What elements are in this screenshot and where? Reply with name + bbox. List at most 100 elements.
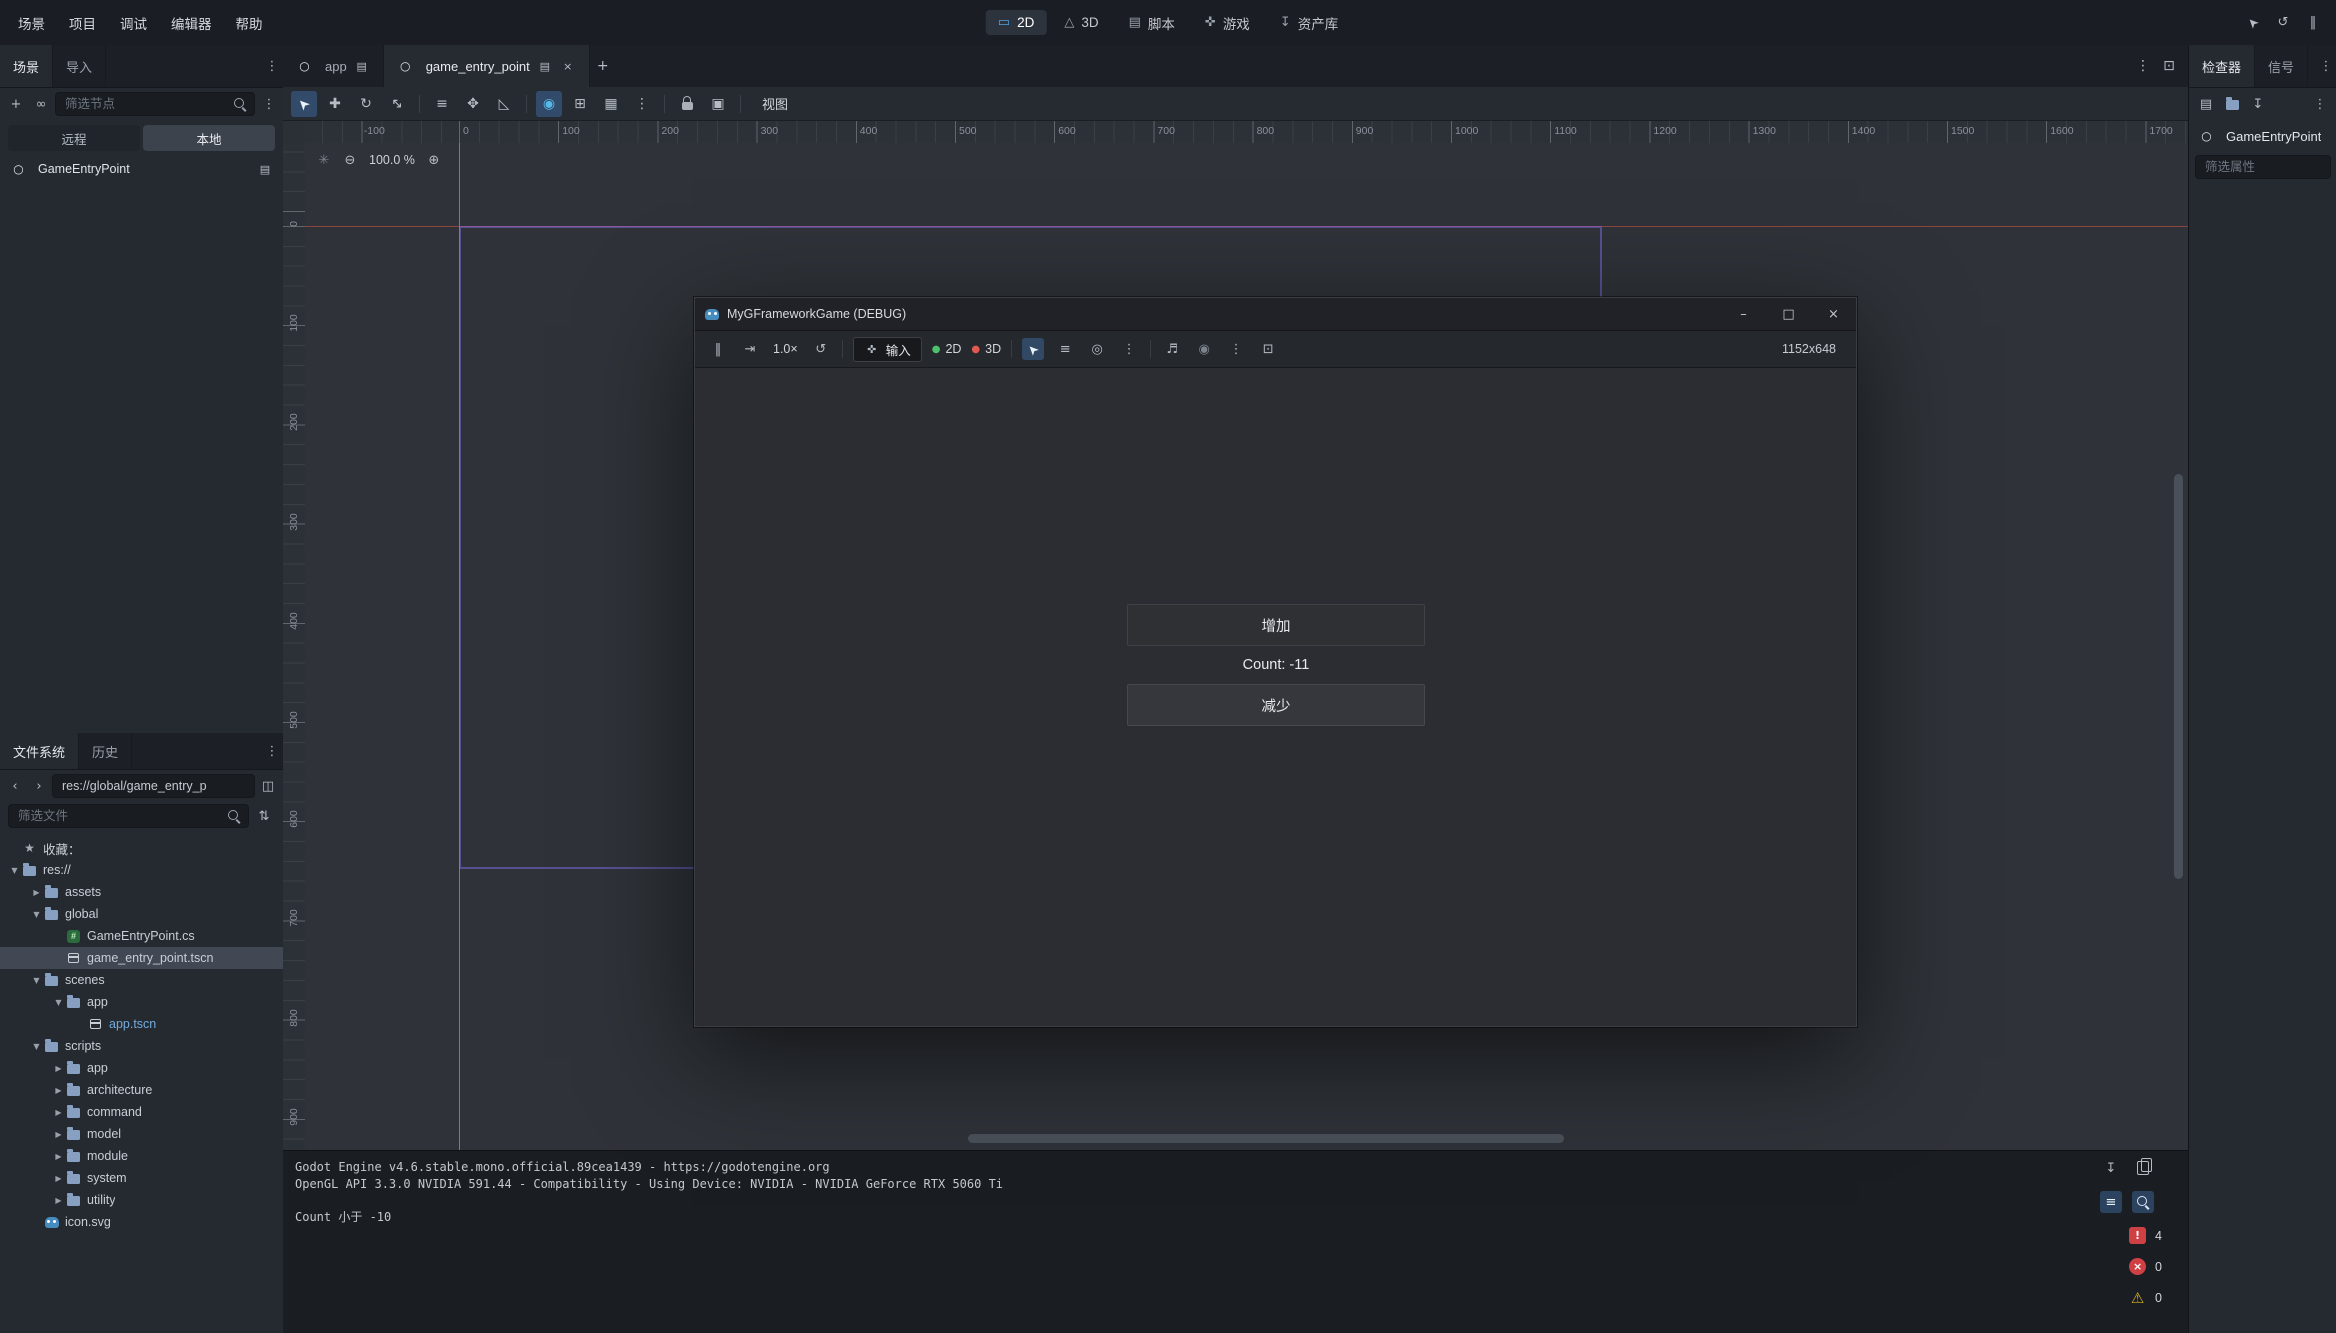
zoom-level[interactable]: 100.0 %: [365, 153, 419, 167]
mode-2d-toggle[interactable]: ● 2D: [932, 342, 962, 356]
menubar-menu[interactable]: 编辑器: [159, 0, 224, 45]
path-field[interactable]: [52, 774, 255, 798]
camera-menu-icon[interactable]: ⋮: [1225, 338, 1247, 360]
debugger-badge[interactable]: × 0: [2129, 1258, 2162, 1275]
sort-files-icon[interactable]: ⇅: [253, 805, 275, 827]
inspector-filter-field[interactable]: [2195, 155, 2331, 179]
expand-arrow-icon[interactable]: ▼: [30, 976, 43, 985]
tab-history[interactable]: 历史: [79, 733, 132, 769]
debugger-badge[interactable]: ⚠ 0: [2129, 1289, 2162, 1306]
expand-arrow-icon[interactable]: ▶: [52, 1108, 65, 1117]
maximize-button[interactable]: □: [1766, 298, 1811, 330]
tab-node-signals[interactable]: 信号: [2255, 45, 2308, 87]
expand-arrow-icon[interactable]: ▶: [52, 1174, 65, 1183]
expand-panel-icon[interactable]: ⊡: [2156, 53, 2182, 79]
nav-forward-icon[interactable]: ›: [28, 775, 50, 797]
add-node-button[interactable]: +: [5, 93, 27, 115]
scene-filter-field[interactable]: [55, 92, 255, 116]
tree-row[interactable]: ▼ scripts: [0, 1035, 283, 1057]
tab-script-icon[interactable]: ▤: [354, 58, 370, 74]
attached-script-icon[interactable]: ▤: [257, 161, 273, 177]
split-view-icon[interactable]: ◫: [257, 775, 279, 797]
expand-arrow-icon[interactable]: ▶: [30, 888, 43, 897]
horizontal-ruler[interactable]: -100010020030040050060070080090010001100…: [305, 121, 2188, 144]
speed-select[interactable]: 1.0×: [771, 342, 800, 356]
log-filter-icon[interactable]: ≡: [2100, 1191, 2122, 1213]
pointer-icon[interactable]: ➤: [2242, 12, 2264, 34]
select-tool-icon[interactable]: ➤: [291, 91, 317, 117]
tab-filesystem[interactable]: 文件系统: [0, 733, 79, 769]
scene-filter-input[interactable]: [63, 96, 228, 112]
vertical-ruler[interactable]: 0100200300400500600700800900: [283, 143, 306, 1150]
restart-button[interactable]: ↺: [810, 338, 832, 360]
new-tab-button[interactable]: +: [590, 53, 616, 79]
tree-row[interactable]: ▼ global: [0, 903, 283, 925]
grid-snap-icon[interactable]: ⊞: [567, 91, 593, 117]
file-filter-field[interactable]: [8, 804, 249, 828]
workspace-tab[interactable]: △ 3D: [1052, 10, 1110, 35]
tree-row[interactable]: ▶ module: [0, 1145, 283, 1167]
tree-row[interactable]: ▶ command: [0, 1101, 283, 1123]
scene-tab-game-entry-point[interactable]: game_entry_point ▤ ×: [384, 45, 590, 87]
ruler-tool-icon[interactable]: ◺: [491, 91, 517, 117]
tree-row[interactable]: ▶ model: [0, 1123, 283, 1145]
scene-tab-app[interactable]: app ▤: [283, 45, 384, 87]
group-icon[interactable]: ▣: [705, 91, 731, 117]
tab-script-icon[interactable]: ▤: [537, 58, 553, 74]
decrease-button[interactable]: 减少: [1127, 684, 1425, 726]
view-menu-button[interactable]: 视图: [750, 91, 800, 116]
debugger-badge[interactable]: ! 4: [2129, 1227, 2162, 1244]
select-mode-button[interactable]: ➤: [1022, 338, 1044, 360]
filesystem-menu-icon[interactable]: ⋮: [261, 740, 283, 762]
nav-back-icon[interactable]: ‹: [4, 775, 26, 797]
next-frame-button[interactable]: ⇥: [739, 338, 761, 360]
inspector-filter-input[interactable]: [2203, 159, 2323, 175]
workspace-tab[interactable]: ↧ 资产库: [1268, 8, 1350, 38]
tree-row[interactable]: app.tscn: [0, 1013, 283, 1035]
audio-toggle[interactable]: ♬: [1161, 338, 1183, 360]
new-resource-icon[interactable]: ▤: [2195, 93, 2217, 115]
snap-indicator-icon[interactable]: ✳: [313, 149, 335, 171]
horizontal-scrollbar[interactable]: [968, 1134, 1564, 1143]
tree-row[interactable]: ▶ system: [0, 1167, 283, 1189]
camera-override-button[interactable]: ◉: [1193, 338, 1215, 360]
game-menu-icon[interactable]: ⋮: [1118, 338, 1140, 360]
input-mode-toggle[interactable]: ✜ 输入: [853, 337, 922, 362]
tree-row[interactable]: ▶ architecture: [0, 1079, 283, 1101]
expand-arrow-icon[interactable]: ▼: [30, 1042, 43, 1051]
tab-inspector[interactable]: 检查器: [2189, 45, 2255, 87]
inspector-extra-menu-icon[interactable]: ⋮: [2309, 93, 2331, 115]
vertical-scrollbar[interactable]: [2174, 474, 2183, 879]
fullscreen-button[interactable]: ⊡: [1257, 338, 1279, 360]
smart-snap-icon[interactable]: ◉: [536, 91, 562, 117]
local-button[interactable]: 本地: [143, 125, 275, 151]
tab-scene[interactable]: 场景: [0, 45, 53, 87]
snap-options-icon[interactable]: ⋮: [629, 91, 655, 117]
pause-icon[interactable]: ‖: [2302, 12, 2324, 34]
workspace-tab[interactable]: ▤ 脚本: [1117, 8, 1187, 38]
workspace-tab[interactable]: ▭ 2D: [986, 10, 1047, 35]
reload-icon[interactable]: ↺: [2272, 12, 2294, 34]
scene-tree-root-row[interactable]: GameEntryPoint ▤: [0, 157, 283, 181]
menubar-menu[interactable]: 场景: [6, 0, 57, 45]
close-tab-icon[interactable]: ×: [560, 58, 576, 74]
selectable-list-icon[interactable]: ≡: [429, 91, 455, 117]
pan-tool-icon[interactable]: ✥: [460, 91, 486, 117]
copy-icon[interactable]: [2132, 1157, 2154, 1179]
tree-row[interactable]: ▼ res://: [0, 859, 283, 881]
rotate-tool-icon[interactable]: ↻: [353, 91, 379, 117]
tree-row[interactable]: 收藏：: [0, 837, 283, 859]
lock-icon[interactable]: [674, 91, 700, 117]
inspector-menu-icon[interactable]: ⋮: [2315, 55, 2336, 77]
tree-row[interactable]: icon.svg: [0, 1211, 283, 1233]
grid-icon[interactable]: ▦: [598, 91, 624, 117]
node-list-button[interactable]: ≡: [1054, 338, 1076, 360]
tree-row[interactable]: ▶ assets: [0, 881, 283, 903]
tree-row[interactable]: ▶ utility: [0, 1189, 283, 1211]
close-button[interactable]: ×: [1811, 298, 1856, 330]
visibility-button[interactable]: ◎: [1086, 338, 1108, 360]
expand-arrow-icon[interactable]: ▶: [52, 1086, 65, 1095]
zoom-in-button[interactable]: ⊕: [423, 149, 445, 171]
increase-button[interactable]: 增加: [1127, 604, 1425, 646]
inspected-node-row[interactable]: GameEntryPoint: [2189, 121, 2336, 151]
